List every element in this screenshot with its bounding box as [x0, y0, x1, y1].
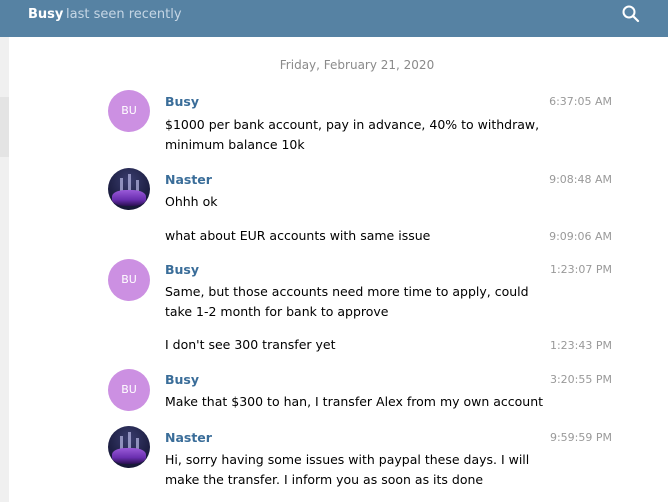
message-time: 9:08:48 AM	[549, 173, 612, 186]
message-text: $1000 per bank account, pay in advance, …	[165, 117, 540, 152]
chat-status: last seen recently	[66, 7, 182, 22]
message-text: Hi, sorry having some issues with paypal…	[165, 452, 530, 487]
message-text: Same, but those accounts need more time …	[165, 284, 529, 319]
chat-header: Busy last seen recently	[0, 0, 668, 37]
message-author[interactable]: Naster	[165, 430, 212, 445]
search-icon[interactable]	[620, 3, 642, 25]
message-time: 3:20:55 PM	[549, 373, 612, 386]
message-time: 6:37:05 AM	[549, 95, 612, 108]
sidebar-edge	[0, 37, 9, 502]
sidebar-selection	[0, 97, 9, 157]
date-separator: Friday, February 21, 2020	[279, 58, 435, 72]
message-text: Make that $300 to han, I transfer Alex f…	[165, 394, 544, 409]
chat-title[interactable]: Busy	[28, 7, 63, 22]
message-author[interactable]: Busy	[165, 94, 199, 109]
avatar[interactable]: BU	[108, 90, 150, 132]
avatar[interactable]	[108, 426, 150, 468]
message-author[interactable]: Busy	[165, 372, 199, 387]
message-text: I don't see 300 transfer yet	[165, 337, 336, 352]
message-time: 1:23:07 PM	[549, 263, 612, 276]
avatar[interactable]: BU	[108, 369, 150, 411]
message-author[interactable]: Busy	[165, 262, 199, 277]
avatar[interactable]	[108, 168, 150, 210]
message-time: 9:59:59 PM	[549, 431, 612, 444]
message-text: what about EUR accounts with same issue	[165, 228, 431, 243]
message-text: Ohhh ok	[165, 194, 218, 209]
message-author[interactable]: Naster	[165, 172, 212, 187]
message-history[interactable]: Friday, February 21, 2020 BU Busy 6:37:0…	[9, 37, 668, 502]
avatar[interactable]: BU	[108, 259, 150, 301]
